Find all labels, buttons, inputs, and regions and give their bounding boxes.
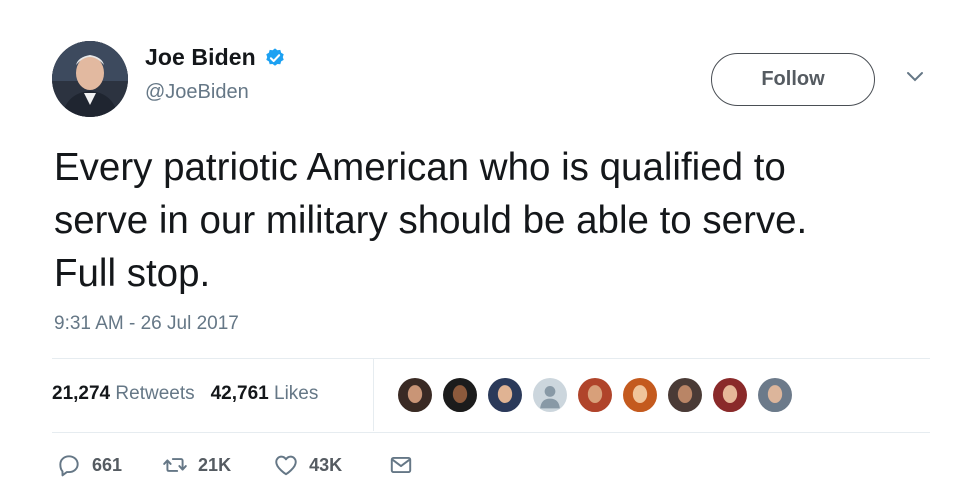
liker-avatars [396,376,801,414]
chevron-down-icon[interactable] [905,70,925,84]
liker-avatar[interactable] [486,376,524,414]
default-avatar-icon [533,378,567,412]
follow-button[interactable]: Follow [711,53,875,106]
likes-stat[interactable]: 42,761 Likes [211,383,319,405]
reply-icon [59,455,79,477]
liker-avatar[interactable] [621,376,659,414]
divider [52,358,930,359]
liker-avatar[interactable] [711,376,749,414]
user-avatar-icon [398,378,432,412]
user-avatar-icon [713,378,747,412]
user-avatar-icon [578,378,612,412]
profile-avatar[interactable] [52,41,128,117]
like-count: 43K [309,454,343,475]
heart-icon [275,455,297,476]
tweet-text-line: Full stop. [54,252,211,295]
retweets-count: 21,274 [52,383,111,404]
tweet-text: Every patriotic American who is qualifie… [54,141,934,300]
retweet-count: 21K [198,454,232,475]
person-photo-icon [52,41,128,117]
likes-label: Likes [274,383,319,404]
liker-avatar[interactable] [666,376,704,414]
direct-message-button[interactable] [388,452,424,478]
user-avatar-icon [758,378,792,412]
liker-avatar[interactable] [441,376,479,414]
reply-count: 661 [92,454,123,475]
reply-button[interactable]: 661 [56,452,122,478]
user-avatar-icon [443,378,477,412]
liker-avatar[interactable] [531,376,569,414]
verified-badge-icon [264,47,286,69]
retweet-icon [163,458,187,472]
tweet-text-line: Every patriotic American who is qualifie… [54,146,786,189]
like-button[interactable]: 43K [273,452,342,478]
divider [52,432,930,433]
tweet-stats: 21,274 Retweets 42,761 Likes [52,383,318,405]
liker-avatar[interactable] [396,376,434,414]
retweets-label: Retweets [115,383,195,404]
liker-avatar[interactable] [756,376,794,414]
tweet-text-line: serve in our military should be able to … [54,199,808,242]
user-avatar-icon [488,378,522,412]
stats-divider [373,359,374,431]
tweet-actions: 661 21K 43K [56,452,424,478]
liker-avatar[interactable] [576,376,614,414]
display-name[interactable]: Joe Biden [145,44,256,71]
user-avatar-icon [668,378,702,412]
user-handle[interactable]: @JoeBiden [145,81,249,104]
retweet-button[interactable]: 21K [162,452,231,478]
tweet-timestamp[interactable]: 9:31 AM - 26 Jul 2017 [54,313,239,335]
likes-count: 42,761 [210,383,269,404]
envelope-icon [390,456,412,474]
retweets-stat[interactable]: 21,274 Retweets [52,383,195,405]
user-name-row: Joe Biden [145,44,286,71]
user-avatar-icon [623,378,657,412]
